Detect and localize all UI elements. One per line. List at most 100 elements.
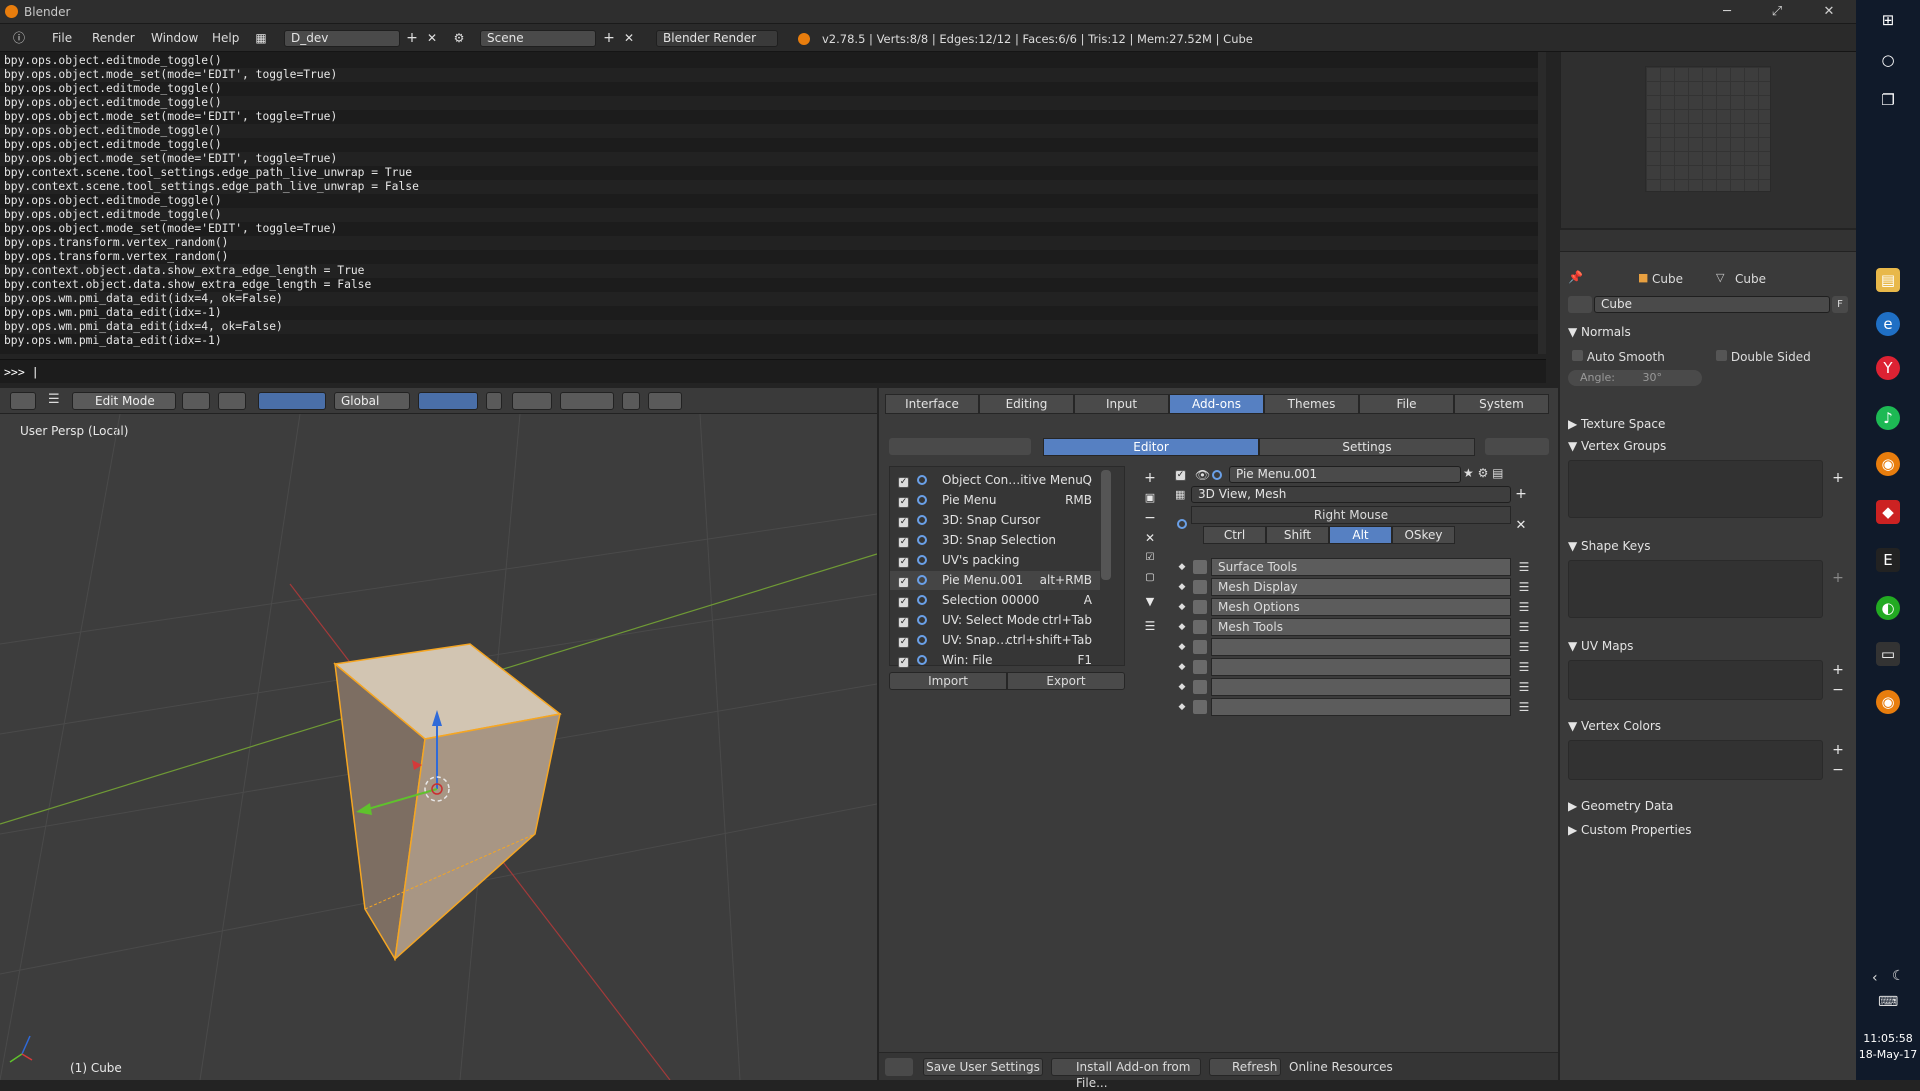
- modifier-alt-toggle[interactable]: Alt: [1329, 526, 1392, 544]
- screen-layout-icon[interactable]: ▦: [252, 30, 270, 47]
- tab-system[interactable]: System: [1454, 394, 1549, 414]
- clock-date[interactable]: 18-May-17: [1856, 1048, 1920, 1061]
- epic-games-icon[interactable]: E: [1876, 548, 1900, 572]
- double-sided-checkbox[interactable]: Double Sided: [1716, 350, 1811, 364]
- item-icon-button[interactable]: [1193, 680, 1207, 694]
- menu-enabled-checkbox[interactable]: ✓: [898, 517, 909, 528]
- vertex-groups-panel-header[interactable]: ▼ Vertex Groups: [1568, 436, 1666, 456]
- list-view-buttons[interactable]: [889, 438, 1031, 455]
- export-button[interactable]: Export: [1007, 672, 1125, 690]
- tab-input[interactable]: Input: [1074, 394, 1169, 414]
- opengl-render-button[interactable]: [622, 392, 640, 410]
- menu-enabled-checkbox[interactable]: ✓: [1175, 466, 1193, 482]
- clear-hotkey-button[interactable]: ✕: [1513, 518, 1529, 534]
- menu-enabled-checkbox[interactable]: ✓: [898, 537, 909, 548]
- pm-tool-buttons[interactable]: [1485, 438, 1549, 455]
- yandex-icon[interactable]: Y: [1876, 356, 1900, 380]
- add-layout-icon[interactable]: +: [403, 30, 421, 47]
- manipulator-toggles[interactable]: [258, 392, 326, 410]
- menu-list-scrollbar[interactable]: [1101, 470, 1111, 580]
- menu-enabled-checkbox[interactable]: ✓: [898, 477, 909, 488]
- vertex-groups-list[interactable]: [1568, 460, 1823, 518]
- subtab-editor[interactable]: Editor: [1043, 438, 1259, 456]
- modifier-shift-toggle[interactable]: Shift: [1266, 526, 1329, 544]
- file-explorer-icon[interactable]: ▤: [1876, 268, 1900, 292]
- pin-icon[interactable]: 📌: [1568, 270, 1583, 284]
- start-icon[interactable]: ⊞: [1876, 8, 1900, 32]
- delete-scene-icon[interactable]: ✕: [620, 30, 638, 47]
- menu-enabled-checkbox[interactable]: ✓: [898, 497, 909, 508]
- delete-layout-icon[interactable]: ✕: [423, 30, 441, 47]
- render-buttons[interactable]: [648, 392, 682, 410]
- uv-maps-list[interactable]: [1568, 660, 1823, 700]
- item-icon-button[interactable]: [1193, 660, 1207, 674]
- task-view-icon[interactable]: ❐: [1876, 88, 1900, 112]
- menu-render[interactable]: Render: [92, 31, 135, 45]
- angle-field[interactable]: Angle: 30°: [1568, 370, 1702, 386]
- online-resources-link[interactable]: Online Resources: [1289, 1060, 1393, 1074]
- disable-all-checkbox[interactable]: ▢: [1142, 570, 1158, 586]
- add-vertex-color-button[interactable]: +: [1830, 742, 1846, 758]
- pie-item-field[interactable]: Mesh Options: [1211, 598, 1511, 616]
- menu-settings-icons[interactable]: ★ ⚙ ▤: [1463, 466, 1513, 483]
- add-keymap-button[interactable]: +: [1513, 486, 1529, 502]
- browser-icon[interactable]: e: [1876, 312, 1900, 336]
- menu-enabled-checkbox[interactable]: ✓: [898, 557, 909, 568]
- tab-editing[interactable]: Editing: [979, 394, 1074, 414]
- menu-enabled-checkbox[interactable]: ✓: [898, 617, 909, 628]
- remove-menu-button[interactable]: −: [1142, 510, 1158, 526]
- app-red-icon[interactable]: ◆: [1876, 500, 1900, 524]
- pie-item-field[interactable]: Mesh Tools: [1211, 618, 1511, 636]
- modifier-ctrl-toggle[interactable]: Ctrl: [1203, 526, 1266, 544]
- close-button[interactable]: ✕: [1812, 2, 1846, 22]
- editor-type-icon[interactable]: ⓘ: [10, 30, 28, 47]
- menu-list-item[interactable]: ✓ UV's packing: [890, 551, 1100, 570]
- keyboard-icon[interactable]: ⌨: [1878, 994, 1898, 1010]
- menu-list-item[interactable]: ✓ 3D: Snap Cursor: [890, 511, 1100, 530]
- delete-menu-button[interactable]: ✕: [1142, 530, 1158, 546]
- item-icon-button[interactable]: [1193, 700, 1207, 714]
- 3d-viewport[interactable]: ☰ Edit Mode Global User Persp (Local) (1…: [0, 388, 877, 1080]
- search-icon[interactable]: ○: [1876, 48, 1900, 72]
- viewport-editor-type-button[interactable]: [10, 392, 36, 410]
- remove-vertex-color-button[interactable]: −: [1830, 762, 1846, 778]
- tab-file[interactable]: File: [1359, 394, 1454, 414]
- add-scene-icon[interactable]: +: [600, 30, 618, 47]
- item-icon-button[interactable]: [1193, 640, 1207, 654]
- fake-user-button[interactable]: F: [1832, 296, 1848, 313]
- console-input[interactable]: >>> |: [0, 359, 1546, 383]
- refresh-button[interactable]: Refresh: [1209, 1058, 1281, 1076]
- scene-name-field[interactable]: Scene: [480, 30, 596, 47]
- chevron-left-icon[interactable]: ‹: [1872, 970, 1878, 986]
- normals-panel-header[interactable]: ▼ Normals: [1568, 322, 1631, 342]
- vertex-colors-panel-header[interactable]: ▼ Vertex Colors: [1568, 716, 1661, 736]
- python-console[interactable]: bpy.ops.object.editmode_toggle() bpy.ops.…: [0, 52, 1546, 354]
- shading-select[interactable]: [182, 392, 210, 410]
- tab-interface[interactable]: Interface: [885, 394, 979, 414]
- tab-themes[interactable]: Themes: [1264, 394, 1359, 414]
- pie-item-field[interactable]: [1211, 698, 1511, 716]
- subtab-settings[interactable]: Settings: [1259, 438, 1475, 456]
- item-icon-button[interactable]: [1193, 600, 1207, 614]
- keymap-select[interactable]: 3D View, Mesh: [1191, 486, 1511, 503]
- mesh-browse-button[interactable]: [1568, 296, 1592, 313]
- menu-options-button[interactable]: ☰: [1142, 618, 1158, 634]
- menu-list-item[interactable]: ✓ Win: File F1: [890, 651, 1100, 670]
- mode-select[interactable]: Edit Mode: [72, 392, 176, 410]
- item-menu-icon[interactable]: ☰: [1515, 658, 1533, 676]
- mesh-datablock-field[interactable]: Cube: [1594, 296, 1830, 313]
- view-menu-icon[interactable]: ☰: [48, 392, 60, 407]
- enable-all-checkbox[interactable]: ☑: [1142, 550, 1158, 566]
- save-user-settings-button[interactable]: Save User Settings: [923, 1058, 1043, 1076]
- pie-item-field[interactable]: Surface Tools: [1211, 558, 1511, 576]
- preview-area[interactable]: [1560, 52, 1856, 228]
- menu-enabled-checkbox[interactable]: ✓: [898, 657, 909, 668]
- minimize-button[interactable]: ─: [1710, 2, 1744, 22]
- hotkey-field[interactable]: Right Mouse: [1191, 506, 1511, 524]
- console-scrollbar[interactable]: [1538, 52, 1546, 354]
- occlude-geometry-button[interactable]: [486, 392, 502, 410]
- blender-active-icon[interactable]: ◉: [1876, 690, 1900, 714]
- terminal-icon[interactable]: ▭: [1876, 642, 1900, 666]
- add-menu-button[interactable]: +: [1142, 470, 1158, 486]
- pie-item-field[interactable]: Mesh Display: [1211, 578, 1511, 596]
